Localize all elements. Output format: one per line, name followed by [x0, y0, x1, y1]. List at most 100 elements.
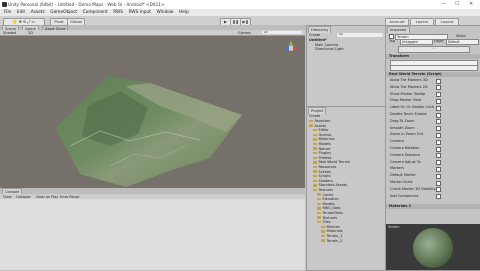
folder-icon: [313, 147, 317, 150]
tab-inspector[interactable]: Inspector: [387, 26, 410, 33]
folder-icon: [313, 142, 317, 146]
folder-icon: [321, 234, 325, 238]
project-item[interactable]: Terrain_2: [321, 239, 342, 244]
material-header[interactable]: Materials 1: [386, 204, 480, 209]
project-item-label: Materials: [326, 229, 343, 234]
shading-dropdown[interactable]: Shaded: [3, 31, 16, 35]
hierarchy-item-directional-light[interactable]: Directional Light: [315, 47, 344, 52]
scene-viewport[interactable]: [0, 35, 305, 188]
project-item-label: Elevation: [322, 197, 339, 202]
folder-icon: [317, 216, 321, 219]
hierarchy-search-input[interactable]: All: [337, 32, 383, 37]
inspector-property-checkbox[interactable]: [436, 92, 441, 98]
inspector-property-checkbox[interactable]: [436, 119, 441, 125]
inspector-panel: Inspector Terrain Static Tag Untagged La…: [385, 25, 480, 271]
component-header[interactable]: Real World Terrain (Script): [386, 72, 480, 77]
menu-gameobject[interactable]: GameObject: [50, 10, 77, 15]
2d-toggle[interactable]: 2D: [28, 31, 33, 35]
inspector-property-checkbox[interactable]: [436, 85, 441, 91]
hierarchy-create-button[interactable]: Create: [309, 33, 320, 37]
menu-help[interactable]: Help: [179, 10, 189, 15]
inspector-property-label: Show Marker Tooltip: [390, 91, 426, 96]
inspector-property-label: Markers: [390, 166, 404, 171]
inspector-property-checkbox[interactable]: [436, 153, 441, 159]
inspector-property-checkbox[interactable]: [436, 132, 441, 138]
inspector-property-checkbox[interactable]: [436, 173, 441, 179]
maximize-button[interactable]: ☐: [455, 1, 459, 7]
transform-header[interactable]: Transform: [386, 54, 480, 59]
inspector-property-checkbox[interactable]: [436, 166, 441, 172]
minimize-button[interactable]: —: [441, 1, 446, 7]
folder-icon: [321, 230, 325, 233]
tab-project[interactable]: Project: [308, 107, 327, 114]
inspector-property-row: Smooth Zoom: [390, 126, 476, 132]
project-item-label: Textures: [318, 188, 334, 192]
console-log-area[interactable]: [0, 199, 305, 270]
inspector-property-checkbox[interactable]: [436, 105, 441, 111]
close-button[interactable]: ✕: [469, 1, 473, 7]
inspector-property-checkbox[interactable]: [436, 126, 441, 132]
menu-component[interactable]: Component: [83, 10, 108, 15]
inspector-property-checkbox[interactable]: [436, 112, 441, 118]
project-item-label: Tiles: [322, 220, 331, 225]
inspector-property-checkbox[interactable]: [436, 194, 441, 200]
project-item-label: Models: [322, 201, 335, 206]
inspector-property-row: Camera Adjust To: [390, 160, 476, 166]
folder-icon: [317, 202, 321, 206]
gizmos-dropdown[interactable]: Gizmos: [238, 31, 251, 35]
inspector-property-label: Label On Or Double Click: [390, 105, 434, 110]
console-clear-on-play-button[interactable]: Clear on Play: [36, 195, 58, 199]
tag-label: Tag: [389, 39, 395, 43]
folder-icon: [321, 225, 325, 229]
project-item-label: Assets: [314, 123, 326, 128]
prefab-button[interactable]: ⋯: [398, 46, 470, 53]
inspector-property-checkbox[interactable]: [436, 78, 441, 84]
static-toggle[interactable]: Static: [456, 34, 466, 38]
folder-icon: [309, 119, 313, 123]
folder-icon: [313, 151, 317, 155]
menu-file[interactable]: File: [4, 10, 11, 15]
project-create-button[interactable]: Create: [309, 114, 320, 118]
inspector-property-row: Show Marker Tooltip: [390, 91, 476, 98]
inspector-property-checkbox[interactable]: [436, 160, 441, 166]
layer-dropdown[interactable]: Default: [446, 39, 479, 45]
inspector-property-label: Drag To Zoom: [390, 118, 415, 123]
terrain-mesh: [55, 75, 242, 187]
folder-icon: [313, 174, 317, 178]
folder-icon: [313, 184, 317, 187]
inspector-property-checkbox[interactable]: [436, 180, 441, 186]
project-item-label: Shaders: [318, 178, 333, 183]
menu-assets[interactable]: Assets: [31, 10, 45, 15]
inspector-property-label: Camera Rotation: [390, 146, 420, 150]
tag-dropdown[interactable]: Untagged: [400, 39, 433, 45]
project-panel: Project Create Favorites Assets Editor Gizm…: [306, 106, 386, 271]
project-item-label: Resources: [318, 165, 337, 169]
layer-label: Layer: [434, 39, 444, 43]
inspector-property-label: Camera: [390, 139, 404, 144]
project-item-label: Real World Terrain: [318, 160, 351, 165]
inspector-property-checkbox[interactable]: [436, 187, 441, 193]
project-item-label: Plugins: [318, 151, 332, 156]
project-item-label: Cache: [322, 192, 334, 197]
inspector-property-label: Check Marker 3D Visibility: [390, 186, 436, 191]
scene-search-input[interactable]: All: [262, 30, 302, 35]
tab-hierarchy[interactable]: Hierarchy: [308, 26, 332, 33]
scene-gizmo-icon[interactable]: [283, 39, 299, 56]
project-item-label: Standard Assets: [318, 183, 347, 188]
inspector-property-label: Add Component: [390, 193, 419, 198]
inspector-property-checkbox[interactable]: [436, 98, 441, 104]
folder-icon: [317, 211, 321, 215]
menu-rws[interactable]: RWS: [113, 10, 123, 15]
hierarchy-panel: Hierarchy Create All Untitled* Main Came…: [306, 25, 386, 107]
menu-window[interactable]: Window: [157, 10, 174, 15]
console-error-pause-button[interactable]: Error Pause: [60, 195, 79, 199]
window-title: Unity Personal (64bit) - Untitled - Demo…: [8, 2, 165, 7]
transform-rotation-field[interactable]: [390, 65, 478, 71]
menu-edit[interactable]: Edit: [17, 10, 25, 15]
inspector-property-checkbox[interactable]: [436, 146, 441, 152]
console-clear-button[interactable]: Clear: [3, 195, 12, 199]
folder-icon: [317, 220, 321, 224]
menu-rws-input[interactable]: RWS Input: [129, 10, 151, 15]
inspector-property-checkbox[interactable]: [436, 139, 441, 145]
console-collapse-button[interactable]: Collapse: [16, 195, 30, 199]
